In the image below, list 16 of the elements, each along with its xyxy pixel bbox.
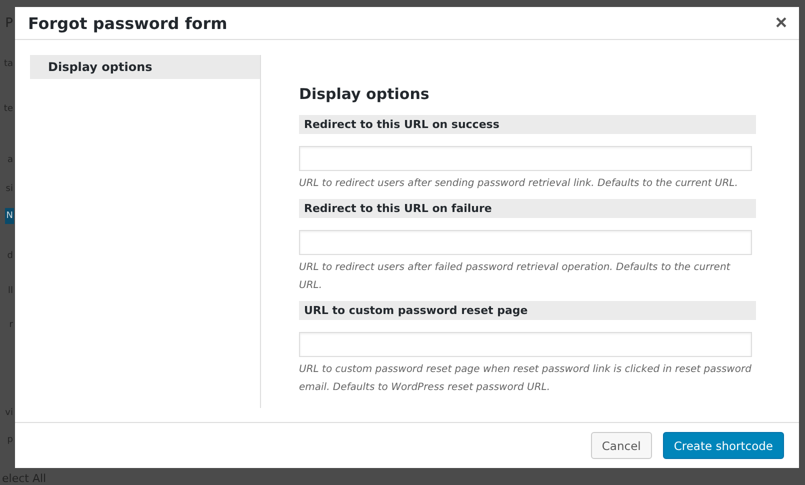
cancel-button[interactable]: Cancel [590,432,652,459]
url-field[interactable] [299,230,752,255]
section-title: Display options [299,85,430,103]
url-field[interactable] [299,332,752,357]
field-label: Redirect to this URL on failure [299,199,756,218]
field-description: URL to redirect users after sending password retrieval link. Defaults to the current URL. [299,177,739,191]
field-label: URL to custom password reset page [299,301,756,320]
create-shortcode-button[interactable]: Create shortcode [662,432,784,459]
field-label: Redirect to this URL on success [299,115,756,134]
background-menu-text: N [5,208,14,224]
close-button[interactable]: × [771,12,791,34]
url-field[interactable] [299,146,752,171]
dialog-title: Forgot password form [28,14,228,32]
field-description: URL to custom password reset page when reset password link is clicked in reset password email. Defaults to WordPress reset password URL. [299,363,752,395]
sidebar-item[interactable]: Display options [30,55,260,79]
field-description: URL to redirect users after failed password retrieval operation. Defaults to the current URL. [299,261,732,293]
